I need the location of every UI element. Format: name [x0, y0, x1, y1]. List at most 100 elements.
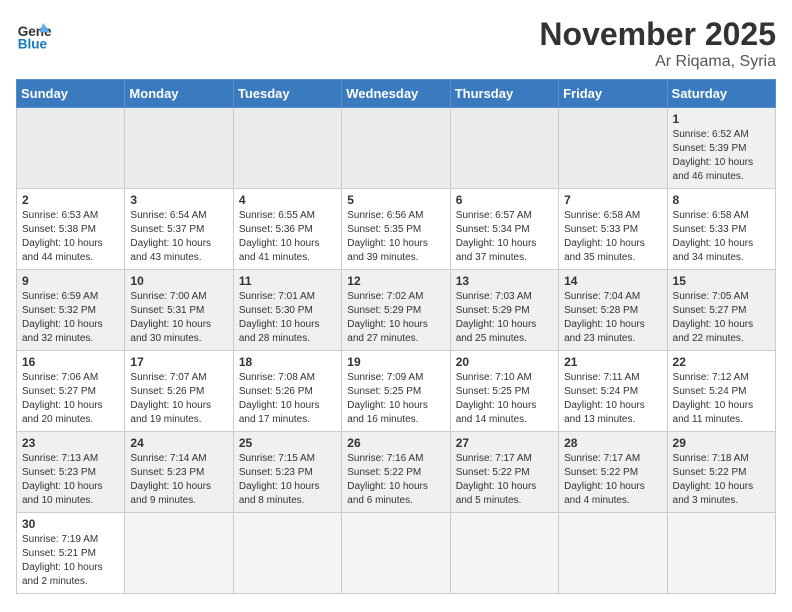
- weekday-header-friday: Friday: [559, 80, 667, 108]
- calendar-cell: 18Sunrise: 7:08 AM Sunset: 5:26 PM Dayli…: [233, 351, 341, 432]
- calendar-cell: [233, 513, 341, 594]
- calendar-cell: 24 Sunrise: 7:14 AM Sunset: 5:23 PM Dayli…: [125, 432, 233, 513]
- weekday-header-wednesday: Wednesday: [342, 80, 450, 108]
- calendar-cell: 15 Sunrise: 7:05 AM Sunset: 5:27 PM Dayli…: [667, 270, 775, 351]
- calendar-cell: [17, 108, 125, 189]
- day-info: Sunrise: 7:19 AM Sunset: 5:21 PM Dayligh…: [22, 533, 119, 589]
- day-number: 12: [347, 274, 444, 288]
- day-number: 9: [22, 274, 119, 288]
- day-info: Sunrise: 7:10 AM Sunset: 5:25 PM Dayligh…: [456, 371, 553, 427]
- logo: General Blue: [16, 16, 52, 52]
- day-info: Sunrise: 6:53 AM Sunset: 5:38 PM Dayligh…: [22, 209, 119, 265]
- calendar-cell: 6Sunrise: 6:57 AM Sunset: 5:34 PM Daylig…: [450, 189, 558, 270]
- calendar-cell: 9 Sunrise: 6:59 AM Sunset: 5:32 PM Daylig…: [17, 270, 125, 351]
- calendar-cell: [125, 108, 233, 189]
- day-number: 1: [673, 112, 770, 126]
- calendar-cell: 14Sunrise: 7:04 AM Sunset: 5:28 PM Dayli…: [559, 270, 667, 351]
- day-info: Sunrise: 7:14 AM Sunset: 5:23 PM Dayligh…: [130, 452, 227, 508]
- calendar-cell: 7Sunrise: 6:58 AM Sunset: 5:33 PM Daylig…: [559, 189, 667, 270]
- day-info: Sunrise: 7:07 AM Sunset: 5:26 PM Dayligh…: [130, 371, 227, 427]
- weekday-header-thursday: Thursday: [450, 80, 558, 108]
- day-info: Sunrise: 6:58 AM Sunset: 5:33 PM Dayligh…: [673, 209, 770, 265]
- calendar-cell: 20Sunrise: 7:10 AM Sunset: 5:25 PM Dayli…: [450, 351, 558, 432]
- day-info: Sunrise: 7:08 AM Sunset: 5:26 PM Dayligh…: [239, 371, 336, 427]
- calendar-cell: 30 Sunrise: 7:19 AM Sunset: 5:21 PM Dayli…: [17, 513, 125, 594]
- day-number: 23: [22, 436, 119, 450]
- day-info: Sunrise: 7:13 AM Sunset: 5:23 PM Dayligh…: [22, 452, 119, 508]
- weekday-header-saturday: Saturday: [667, 80, 775, 108]
- day-number: 30: [22, 517, 119, 531]
- day-info: Sunrise: 7:02 AM Sunset: 5:29 PM Dayligh…: [347, 290, 444, 346]
- calendar-table: SundayMondayTuesdayWednesdayThursdayFrid…: [16, 79, 776, 594]
- day-number: 25: [239, 436, 336, 450]
- calendar-title: November 2025: [539, 16, 776, 53]
- day-info: Sunrise: 6:57 AM Sunset: 5:34 PM Dayligh…: [456, 209, 553, 265]
- day-info: Sunrise: 7:16 AM Sunset: 5:22 PM Dayligh…: [347, 452, 444, 508]
- calendar-cell: 2Sunrise: 6:53 AM Sunset: 5:38 PM Daylig…: [17, 189, 125, 270]
- week-row-2: 2Sunrise: 6:53 AM Sunset: 5:38 PM Daylig…: [17, 189, 776, 270]
- week-row-1: 1 Sunrise: 6:52 AM Sunset: 5:39 PM Daylig…: [17, 108, 776, 189]
- calendar-subtitle: Ar Riqama, Syria: [539, 53, 776, 71]
- calendar-cell: 19Sunrise: 7:09 AM Sunset: 5:25 PM Dayli…: [342, 351, 450, 432]
- weekday-header-monday: Monday: [125, 80, 233, 108]
- calendar-cell: [450, 108, 558, 189]
- calendar-cell: 13 Sunrise: 7:03 AM Sunset: 5:29 PM Dayli…: [450, 270, 558, 351]
- day-number: 29: [673, 436, 770, 450]
- calendar-cell: 21Sunrise: 7:11 AM Sunset: 5:24 PM Dayli…: [559, 351, 667, 432]
- week-row-4: 16 Sunrise: 7:06 AM Sunset: 5:27 PM Dayli…: [17, 351, 776, 432]
- week-row-6: 30 Sunrise: 7:19 AM Sunset: 5:21 PM Dayli…: [17, 513, 776, 594]
- calendar-cell: 10 Sunrise: 7:00 AM Sunset: 5:31 PM Dayli…: [125, 270, 233, 351]
- calendar-cell: 23 Sunrise: 7:13 AM Sunset: 5:23 PM Dayli…: [17, 432, 125, 513]
- day-info: Sunrise: 7:11 AM Sunset: 5:24 PM Dayligh…: [564, 371, 661, 427]
- day-number: 16: [22, 355, 119, 369]
- day-info: Sunrise: 7:09 AM Sunset: 5:25 PM Dayligh…: [347, 371, 444, 427]
- calendar-cell: 5 Sunrise: 6:56 AM Sunset: 5:35 PM Daylig…: [342, 189, 450, 270]
- day-info: Sunrise: 7:05 AM Sunset: 5:27 PM Dayligh…: [673, 290, 770, 346]
- svg-text:Blue: Blue: [18, 36, 48, 51]
- calendar-cell: [233, 108, 341, 189]
- weekday-header-tuesday: Tuesday: [233, 80, 341, 108]
- calendar-cell: 26Sunrise: 7:16 AM Sunset: 5:22 PM Dayli…: [342, 432, 450, 513]
- day-number: 13: [456, 274, 553, 288]
- calendar-cell: 28 Sunrise: 7:17 AM Sunset: 5:22 PM Dayli…: [559, 432, 667, 513]
- day-info: Sunrise: 7:04 AM Sunset: 5:28 PM Dayligh…: [564, 290, 661, 346]
- day-info: Sunrise: 7:15 AM Sunset: 5:23 PM Dayligh…: [239, 452, 336, 508]
- day-info: Sunrise: 7:03 AM Sunset: 5:29 PM Dayligh…: [456, 290, 553, 346]
- calendar-cell: [559, 513, 667, 594]
- day-number: 11: [239, 274, 336, 288]
- day-number: 28: [564, 436, 661, 450]
- calendar-cell: 8Sunrise: 6:58 AM Sunset: 5:33 PM Daylig…: [667, 189, 775, 270]
- day-number: 10: [130, 274, 227, 288]
- day-info: Sunrise: 7:01 AM Sunset: 5:30 PM Dayligh…: [239, 290, 336, 346]
- day-info: Sunrise: 7:17 AM Sunset: 5:22 PM Dayligh…: [564, 452, 661, 508]
- day-number: 5: [347, 193, 444, 207]
- calendar-cell: 17Sunrise: 7:07 AM Sunset: 5:26 PM Dayli…: [125, 351, 233, 432]
- calendar-cell: [342, 513, 450, 594]
- calendar-cell: 12 Sunrise: 7:02 AM Sunset: 5:29 PM Dayli…: [342, 270, 450, 351]
- week-row-3: 9 Sunrise: 6:59 AM Sunset: 5:32 PM Daylig…: [17, 270, 776, 351]
- day-info: Sunrise: 6:56 AM Sunset: 5:35 PM Dayligh…: [347, 209, 444, 265]
- day-info: Sunrise: 6:52 AM Sunset: 5:39 PM Dayligh…: [673, 128, 770, 184]
- calendar-cell: 3Sunrise: 6:54 AM Sunset: 5:37 PM Daylig…: [125, 189, 233, 270]
- logo-icon: General Blue: [16, 16, 52, 52]
- calendar-cell: [667, 513, 775, 594]
- day-number: 4: [239, 193, 336, 207]
- calendar-cell: 4 Sunrise: 6:55 AM Sunset: 5:36 PM Daylig…: [233, 189, 341, 270]
- day-info: Sunrise: 7:06 AM Sunset: 5:27 PM Dayligh…: [22, 371, 119, 427]
- title-section: November 2025 Ar Riqama, Syria: [539, 16, 776, 71]
- day-info: Sunrise: 6:59 AM Sunset: 5:32 PM Dayligh…: [22, 290, 119, 346]
- calendar-cell: [125, 513, 233, 594]
- calendar-cell: [342, 108, 450, 189]
- calendar-cell: 11 Sunrise: 7:01 AM Sunset: 5:30 PM Dayli…: [233, 270, 341, 351]
- day-info: Sunrise: 7:12 AM Sunset: 5:24 PM Dayligh…: [673, 371, 770, 427]
- day-info: Sunrise: 7:17 AM Sunset: 5:22 PM Dayligh…: [456, 452, 553, 508]
- calendar-cell: [559, 108, 667, 189]
- day-number: 27: [456, 436, 553, 450]
- day-info: Sunrise: 7:18 AM Sunset: 5:22 PM Dayligh…: [673, 452, 770, 508]
- day-number: 15: [673, 274, 770, 288]
- day-number: 24: [130, 436, 227, 450]
- calendar-cell: [450, 513, 558, 594]
- day-info: Sunrise: 7:00 AM Sunset: 5:31 PM Dayligh…: [130, 290, 227, 346]
- header: General Blue November 2025 Ar Riqama, Sy…: [16, 16, 776, 71]
- day-info: Sunrise: 6:55 AM Sunset: 5:36 PM Dayligh…: [239, 209, 336, 265]
